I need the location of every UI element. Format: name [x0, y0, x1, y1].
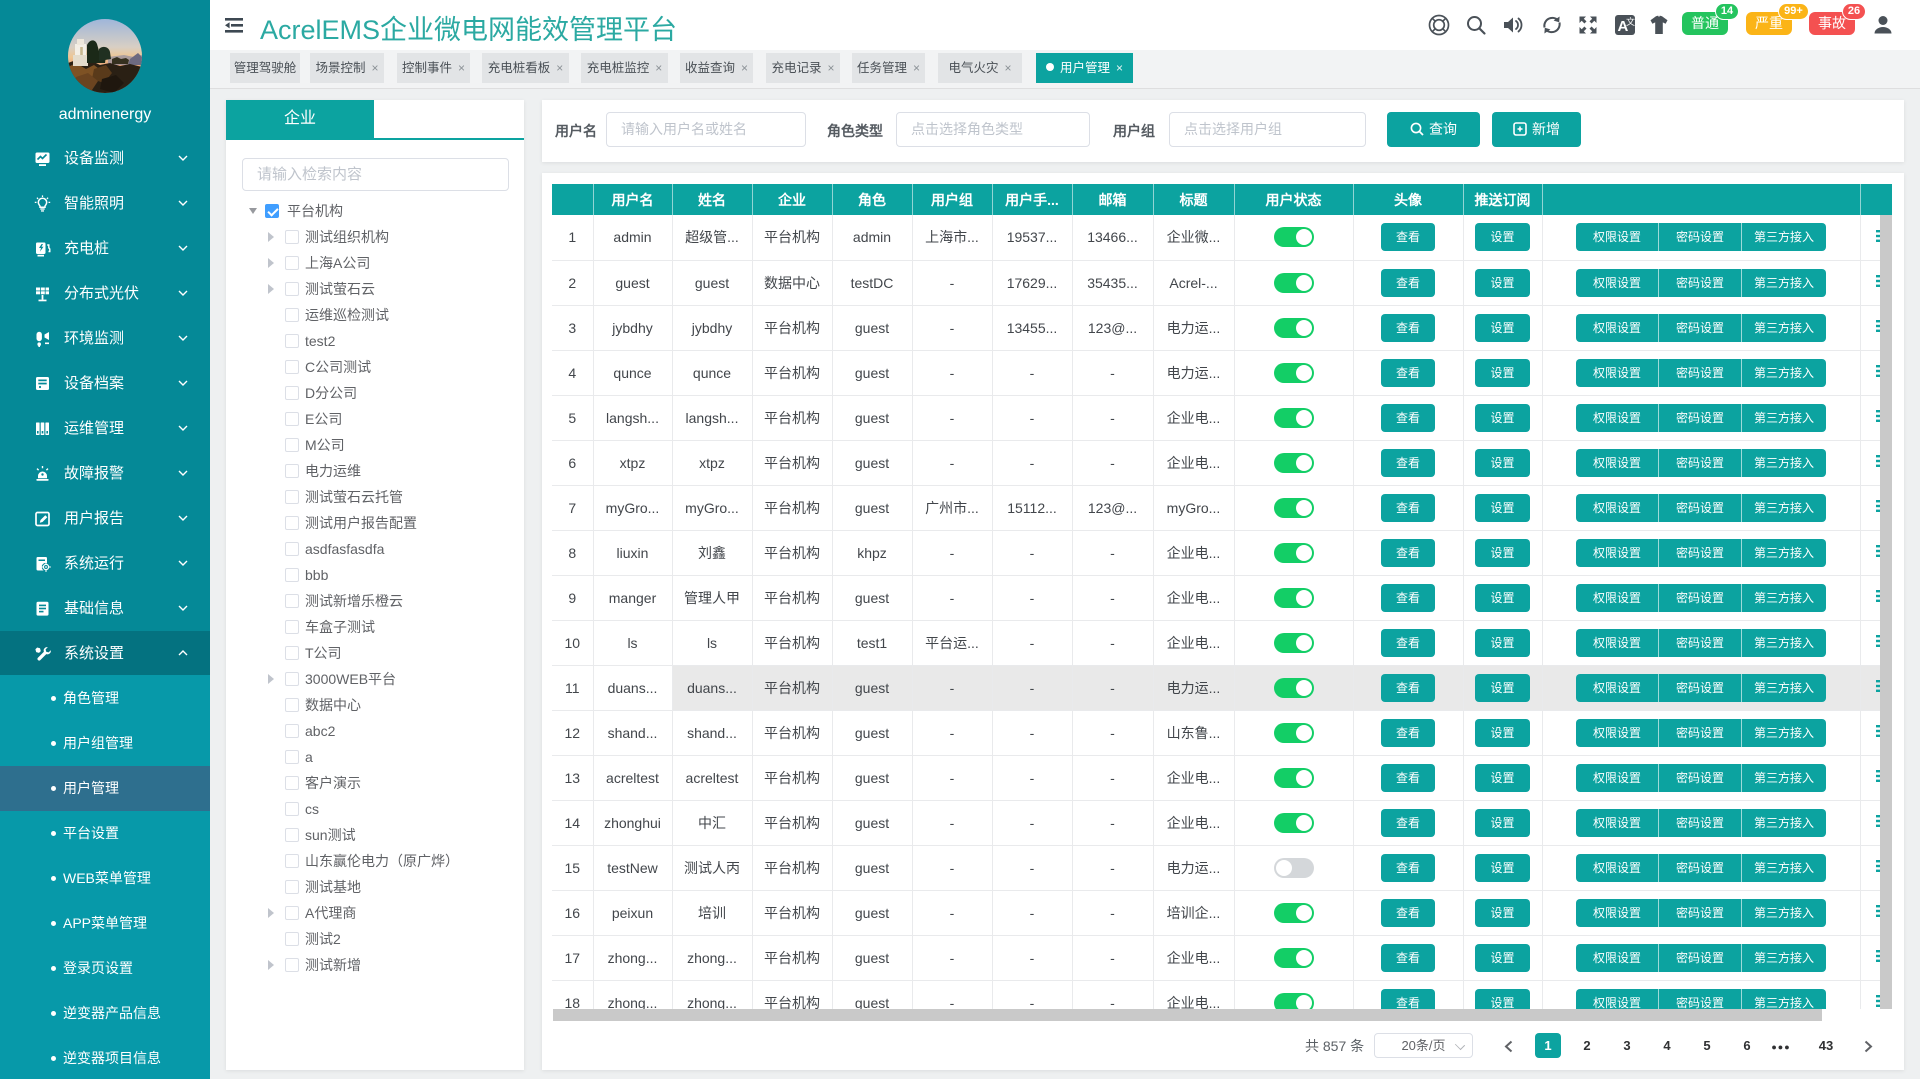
svg-text:文: 文: [1626, 16, 1635, 27]
